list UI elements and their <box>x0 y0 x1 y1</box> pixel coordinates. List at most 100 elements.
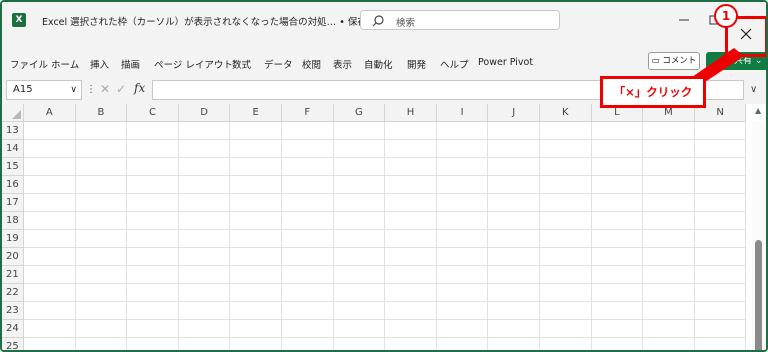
tab-draw[interactable]: 描画 <box>121 57 140 71</box>
grid-cell[interactable] <box>127 338 179 350</box>
tab-view[interactable]: 表示 <box>333 57 352 71</box>
grid-cell[interactable] <box>282 212 334 230</box>
grid-cell[interactable] <box>488 158 540 176</box>
minimize-button[interactable] <box>672 8 696 32</box>
tab-insert[interactable]: 挿入 <box>90 57 109 71</box>
grid-cell[interactable] <box>179 338 231 350</box>
grid-cell[interactable] <box>178 140 231 158</box>
grid-cell[interactable] <box>24 302 76 320</box>
search-input[interactable]: 検索 <box>360 10 560 30</box>
row-header[interactable]: 19 <box>2 230 24 248</box>
grid-cell[interactable] <box>75 140 128 158</box>
grid-cell[interactable] <box>75 248 128 266</box>
grid-cell[interactable] <box>694 230 747 248</box>
grid-cell[interactable] <box>282 140 334 158</box>
column-header[interactable]: C <box>127 104 179 122</box>
column-header[interactable]: K <box>540 104 592 122</box>
grid-cell[interactable] <box>643 284 695 302</box>
tab-home[interactable]: ホーム <box>51 57 79 71</box>
grid-cell[interactable] <box>333 176 386 194</box>
grid-cell[interactable] <box>436 140 489 158</box>
grid-cell[interactable] <box>694 176 747 194</box>
grid-cell[interactable] <box>591 140 644 158</box>
grid-cell[interactable] <box>230 212 282 230</box>
cancel-icon[interactable]: ✕ <box>100 82 110 96</box>
grid-cell[interactable] <box>643 248 695 266</box>
grid-cell[interactable] <box>385 212 437 230</box>
grid-cell[interactable] <box>178 302 231 320</box>
grid-cell[interactable] <box>488 266 540 284</box>
tab-developer[interactable]: 開発 <box>407 57 426 71</box>
grid-cell[interactable] <box>282 158 334 176</box>
column-header[interactable]: I <box>436 104 489 122</box>
grid-cell[interactable] <box>488 140 540 158</box>
grid-cell[interactable] <box>178 158 231 176</box>
grid-cell[interactable] <box>178 230 231 248</box>
grid-cell[interactable] <box>178 122 231 140</box>
grid-cell[interactable] <box>540 284 592 302</box>
grid-cell[interactable] <box>333 284 386 302</box>
grid-cell[interactable] <box>436 122 489 140</box>
grid-cell[interactable] <box>75 266 128 284</box>
grid-cell[interactable] <box>24 194 76 212</box>
grid-cell[interactable] <box>592 338 644 350</box>
grid-cell[interactable] <box>694 158 747 176</box>
grid-cell[interactable] <box>24 284 76 302</box>
grid-cell[interactable] <box>591 320 644 338</box>
grid-cell[interactable] <box>694 302 747 320</box>
grid-cell[interactable] <box>643 140 695 158</box>
grid-cell[interactable] <box>694 248 747 266</box>
grid-cell[interactable] <box>127 140 179 158</box>
grid-cell[interactable] <box>436 158 489 176</box>
grid-cell[interactable] <box>436 320 489 338</box>
grid-cell[interactable] <box>333 302 386 320</box>
grid-cell[interactable] <box>488 176 540 194</box>
grid-cell[interactable] <box>488 302 540 320</box>
tab-power-pivot[interactable]: Power Pivot <box>478 57 533 68</box>
tab-review[interactable]: 校閲 <box>302 57 321 71</box>
grid-cell[interactable] <box>591 284 644 302</box>
grid-cell[interactable] <box>127 302 179 320</box>
grid-cell[interactable] <box>178 284 231 302</box>
row-header[interactable]: 24 <box>2 320 24 338</box>
grid-cell[interactable] <box>282 266 334 284</box>
grid-cell[interactable] <box>643 176 695 194</box>
grid-cell[interactable] <box>75 194 128 212</box>
grid-cell[interactable] <box>333 320 386 338</box>
grid-cell[interactable] <box>540 212 592 230</box>
grid-cell[interactable] <box>694 194 747 212</box>
grid-cell[interactable] <box>385 338 437 350</box>
grid-cell[interactable] <box>436 194 489 212</box>
grid-cell[interactable] <box>127 284 179 302</box>
grid-cell[interactable] <box>436 212 489 230</box>
grid-cell[interactable] <box>436 284 489 302</box>
grid-cell[interactable] <box>75 284 128 302</box>
grid-cell[interactable] <box>178 248 231 266</box>
grid-cell[interactable] <box>24 248 76 266</box>
grid-cell[interactable] <box>333 212 386 230</box>
grid-cell[interactable] <box>282 194 334 212</box>
grid-cell[interactable] <box>385 284 437 302</box>
grid-cell[interactable] <box>436 176 489 194</box>
grid-cell[interactable] <box>230 122 282 140</box>
grid-cell[interactable] <box>436 248 489 266</box>
grid-cell[interactable] <box>24 122 76 140</box>
select-all-button[interactable] <box>2 104 24 122</box>
grid-cell[interactable] <box>333 158 386 176</box>
grid-cell[interactable] <box>75 176 128 194</box>
grid-cell[interactable] <box>488 248 540 266</box>
grid-cell[interactable] <box>127 158 179 176</box>
grid-cell[interactable] <box>591 158 644 176</box>
grid-cell[interactable] <box>282 122 334 140</box>
grid-cell[interactable] <box>540 248 592 266</box>
grid-cell[interactable] <box>694 320 747 338</box>
grid-cell[interactable] <box>282 302 334 320</box>
grid-cell[interactable] <box>282 176 334 194</box>
grid-cell[interactable] <box>540 158 592 176</box>
grid-cell[interactable] <box>540 194 592 212</box>
insert-function-button[interactable]: fx <box>134 81 145 95</box>
row-header[interactable]: 20 <box>2 248 24 266</box>
grid-cell[interactable] <box>385 140 437 158</box>
grid-cell[interactable] <box>178 212 231 230</box>
grid-cell[interactable] <box>436 266 489 284</box>
